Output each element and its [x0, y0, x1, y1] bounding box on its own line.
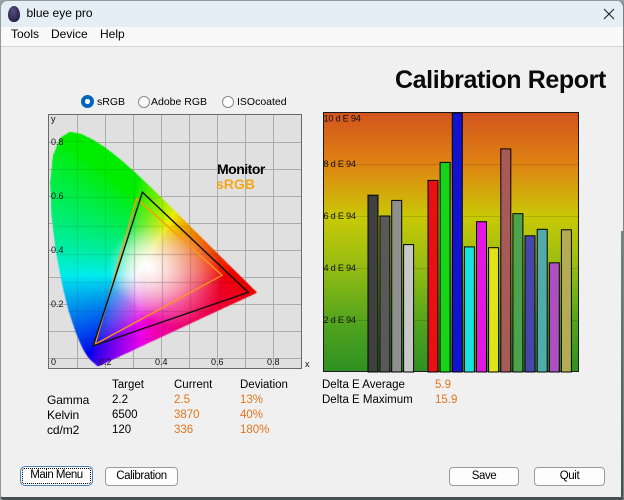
- svg-text:6 d E 94: 6 d E 94: [324, 211, 356, 221]
- svg-text:4 d E 94: 4 d E 94: [324, 263, 356, 273]
- svg-text:2 d E 94: 2 d E 94: [324, 315, 356, 325]
- svg-text:8 d E 94: 8 d E 94: [324, 159, 356, 169]
- svg-text:10 d E 94: 10 d E 94: [324, 114, 361, 124]
